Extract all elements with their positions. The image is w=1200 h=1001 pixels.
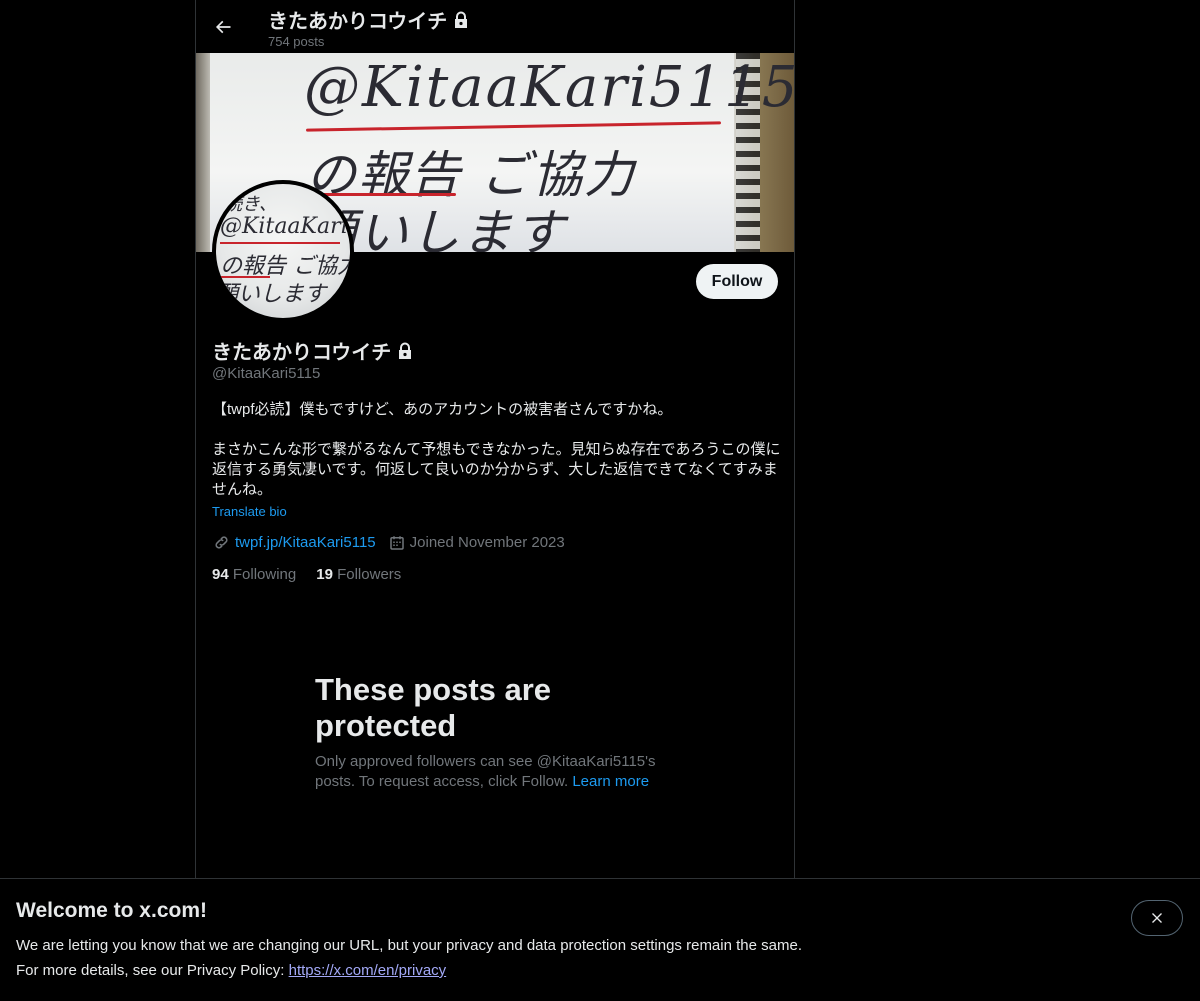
banner-handwriting-line1: @KitaaKari5115	[304, 55, 794, 120]
following-count: 94	[212, 566, 229, 583]
privacy-line: For more details, see our Privacy Policy…	[16, 962, 446, 979]
learn-more-link[interactable]: Learn more	[572, 773, 649, 790]
followers-stat[interactable]: 19 Followers	[316, 566, 401, 583]
profile-column: きたあかりコウイチ 754 posts @KitaaKari5115 の報告 ご…	[195, 0, 795, 1000]
profile-name: きたあかりコウイチ	[212, 342, 392, 364]
header-title: きたあかりコウイチ	[268, 5, 469, 34]
close-icon	[1152, 913, 1162, 923]
protected-title: These posts are protected	[315, 672, 552, 743]
privacy-prefix: For more details, see our Privacy Policy…	[16, 962, 285, 979]
profile-name-row: きたあかりコウイチ	[212, 336, 413, 365]
followers-count: 19	[316, 566, 333, 583]
protected-body: Only approved followers can see @KitaaKa…	[315, 752, 675, 792]
close-banner-button[interactable]	[1131, 900, 1183, 936]
profile-handle: @KitaaKari5115	[212, 365, 321, 382]
translate-bio-link[interactable]: Translate bio	[212, 504, 287, 519]
welcome-title: Welcome to x.com!	[16, 899, 207, 922]
back-button[interactable]	[206, 10, 240, 44]
calendar-icon	[389, 535, 404, 550]
avatar-handwriting-line0: 続き、	[224, 194, 277, 215]
lock-icon	[455, 11, 468, 28]
privacy-link[interactable]: https://x.com/en/privacy	[289, 962, 447, 979]
banner-desk-left	[196, 53, 210, 252]
avatar-handwriting-line1: @KitaaKari	[220, 214, 348, 239]
website-item: twpf.jp/KitaaKari5115	[212, 533, 376, 552]
welcome-message: We are letting you know that we are chan…	[16, 937, 802, 954]
joined-item: Joined November 2023	[388, 534, 565, 552]
welcome-banner: Welcome to x.com! We are letting you kno…	[0, 878, 1200, 1001]
link-icon	[215, 536, 228, 549]
joined-date: Joined November 2023	[409, 534, 565, 551]
followers-label: Followers	[337, 566, 402, 583]
posts-count: 754 posts	[268, 34, 325, 49]
arrow-left-icon	[215, 20, 231, 34]
protected-notice: These posts are protected Only approved …	[315, 672, 675, 792]
profile-bio: 【twpf必読】僕もですけど、あのアカウントの被害者さんですかね。 まさかこんな…	[212, 401, 781, 498]
avatar-red-underline	[220, 242, 340, 244]
profile-meta: twpf.jp/KitaaKari5115 Joined November 20…	[212, 533, 577, 552]
lock-icon	[399, 342, 412, 359]
avatar[interactable]: 続き、 @KitaaKari の報告 ご協力 願いします	[212, 180, 354, 322]
website-link[interactable]: twpf.jp/KitaaKari5115	[235, 534, 376, 551]
following-stat[interactable]: 94 Following	[212, 566, 296, 583]
avatar-handwriting-line3: 願いします	[216, 282, 327, 307]
header-name: きたあかりコウイチ	[268, 11, 448, 33]
follow-stats: 94 Following 19 Followers	[212, 566, 421, 583]
profile-header: きたあかりコウイチ 754 posts	[196, 0, 794, 53]
follow-button[interactable]: Follow	[696, 264, 778, 299]
banner-red-underline	[306, 121, 721, 132]
following-label: Following	[232, 566, 297, 583]
